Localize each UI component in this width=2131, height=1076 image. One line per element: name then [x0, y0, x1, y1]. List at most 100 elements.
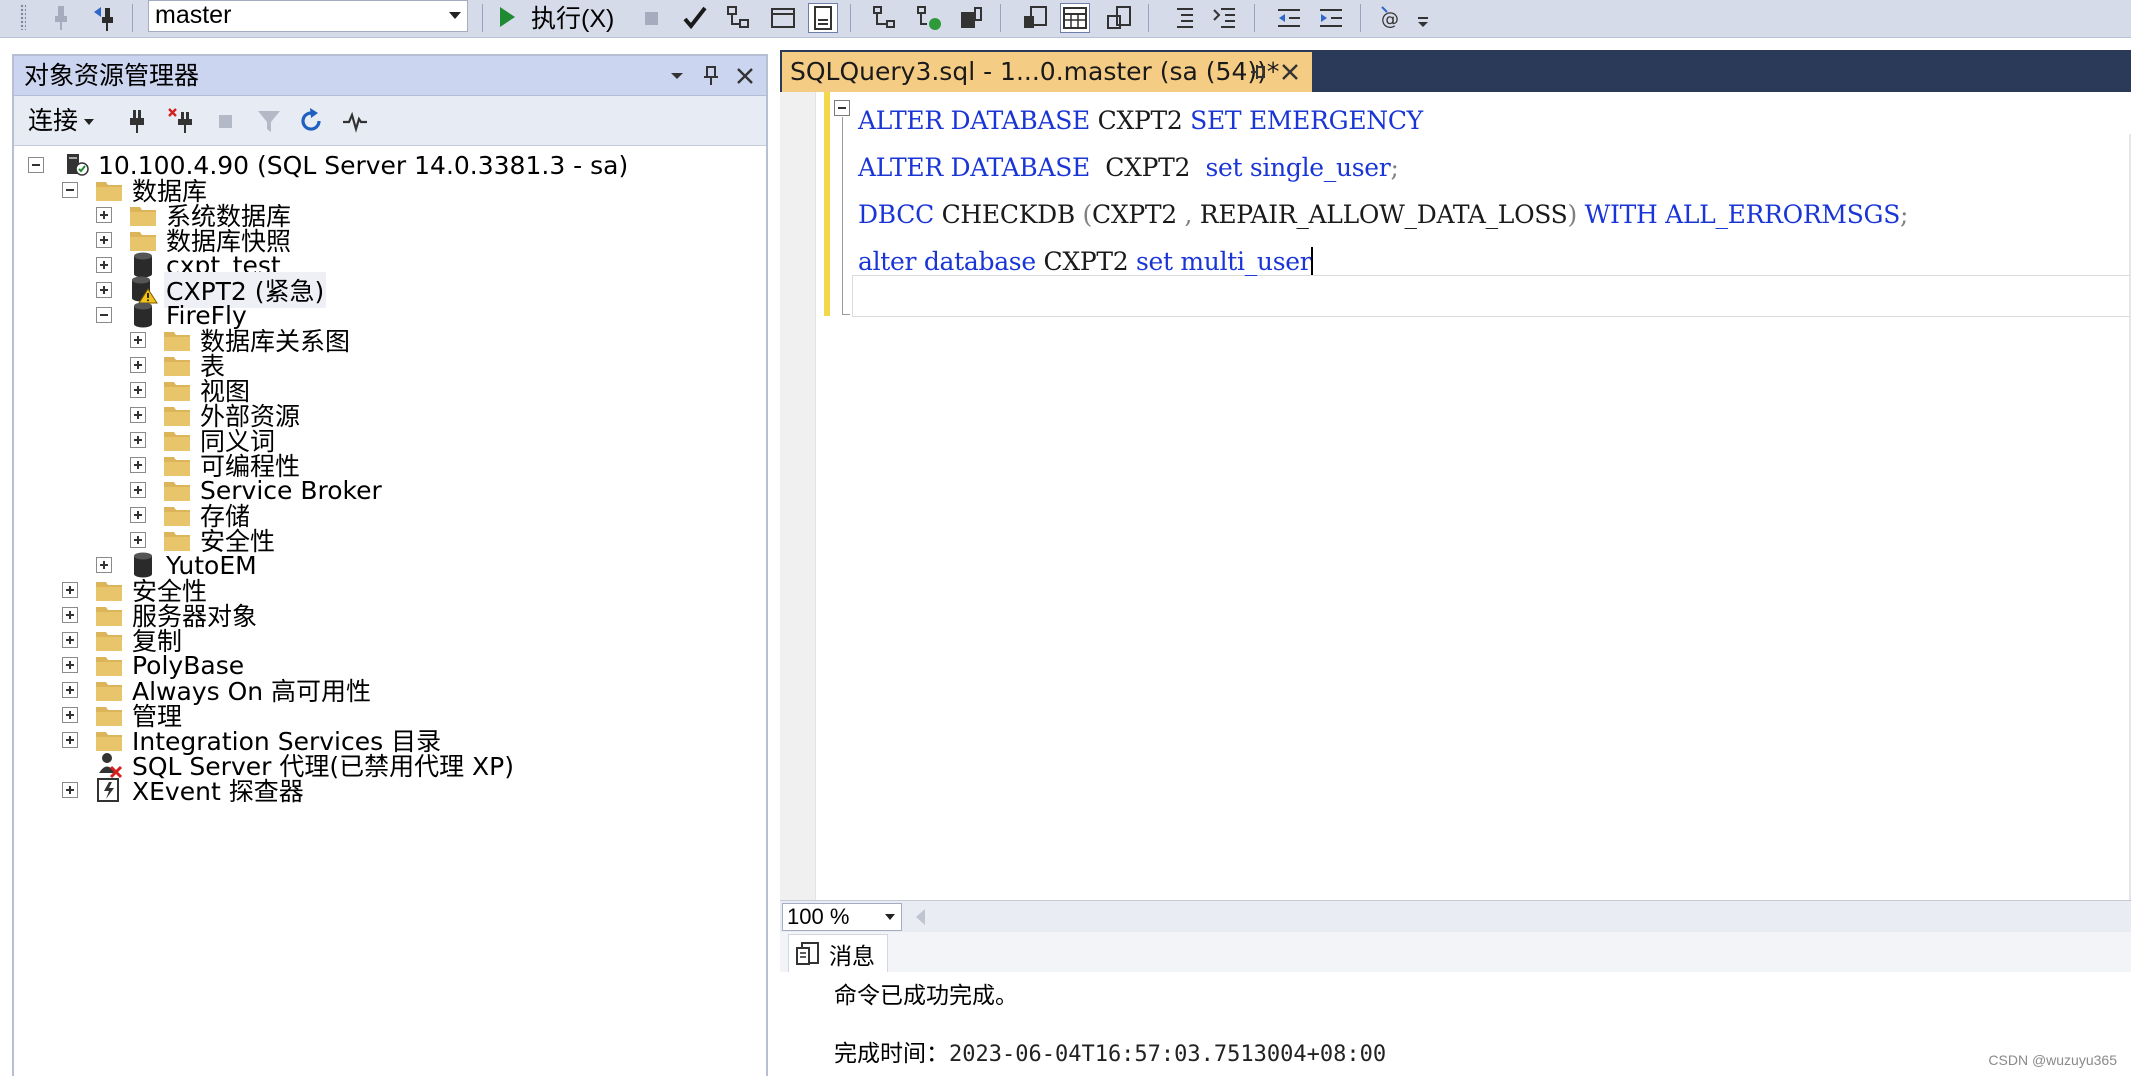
connect-plug-icon[interactable] [90, 3, 120, 33]
expand-icon[interactable] [96, 282, 112, 298]
code-token: ; [1390, 153, 1399, 182]
stop-icon[interactable] [210, 106, 240, 136]
increase-indent-icon[interactable] [1316, 3, 1346, 33]
object-explorer-toolbar: 连接 [14, 96, 766, 146]
tab-messages[interactable]: 消息 [788, 934, 888, 972]
expand-icon[interactable] [130, 357, 146, 373]
expand-icon[interactable] [62, 707, 78, 723]
code-line-3[interactable]: DBCC CHECKDB (CXPT2 , REPAIR_ALLOW_DATA_… [858, 200, 1908, 229]
code-token: CXPT2 [1090, 153, 1206, 182]
document-tab-strip: SQLQuery3.sql - 1...0.master (sa (54))* [780, 50, 2131, 92]
results-to-text-icon[interactable] [1020, 3, 1050, 33]
connect-plug-icon[interactable] [122, 106, 152, 136]
expand-icon[interactable] [130, 382, 146, 398]
database-selector[interactable]: master [148, 0, 468, 32]
code-token: CXPT2 [1090, 106, 1191, 135]
code-token: CXPT2 [1092, 200, 1185, 229]
toolbar-grip[interactable] [20, 4, 26, 30]
expand-icon[interactable] [130, 332, 146, 348]
object-explorer-title-bar: 对象资源管理器 [14, 56, 766, 96]
code-token: , [1184, 200, 1193, 229]
editor-gutter [780, 92, 816, 900]
live-stats-icon[interactable] [914, 3, 944, 33]
include-plan-icon[interactable] [870, 3, 900, 33]
close-icon[interactable] [1276, 52, 1304, 92]
expand-icon[interactable] [62, 607, 78, 623]
messages-pane: 命令已成功完成。 完成时间：2023-06-04T16:57:03.751300… [780, 972, 2131, 1076]
expand-icon[interactable] [130, 482, 146, 498]
collapse-icon[interactable] [62, 182, 78, 198]
expand-icon[interactable] [62, 732, 78, 748]
expand-icon[interactable] [96, 232, 112, 248]
text-caret [1311, 247, 1314, 275]
client-stats-icon[interactable] [956, 3, 986, 33]
results-to-file-icon[interactable] [1104, 3, 1134, 33]
close-icon[interactable] [730, 56, 760, 96]
expand-icon[interactable] [130, 407, 146, 423]
refresh-icon[interactable] [296, 106, 326, 136]
query-options-icon[interactable] [768, 3, 798, 33]
expand-icon[interactable] [130, 457, 146, 473]
parse-checkmark-icon[interactable] [680, 3, 710, 33]
completion-label: 完成时间： [834, 1041, 949, 1067]
results-to-grid-icon[interactable] [1060, 3, 1090, 33]
expand-icon[interactable] [96, 257, 112, 273]
expand-icon[interactable] [62, 632, 78, 648]
expand-icon[interactable] [62, 582, 78, 598]
code-token: ALTER DATABASE [858, 106, 1091, 135]
collapse-icon[interactable] [28, 157, 44, 173]
expand-icon[interactable] [130, 432, 146, 448]
code-token: ( [1082, 200, 1093, 229]
decrease-indent-icon[interactable] [1274, 3, 1304, 33]
expand-icon[interactable] [62, 682, 78, 698]
xevent-icon [94, 776, 124, 804]
chevron-down-icon [449, 12, 461, 19]
expand-icon[interactable] [62, 782, 78, 798]
toolbar-overflow-icon[interactable] [1416, 3, 1430, 33]
main-toolbar: master 执行(X) @ [0, 0, 2131, 38]
tree-node[interactable]: XEvent 探查器 [62, 773, 306, 807]
scroll-left-arrow-icon[interactable] [916, 909, 925, 925]
intellisense-toggle-icon[interactable] [808, 3, 838, 33]
plug-disabled-icon[interactable] [46, 3, 76, 33]
connect-dropdown-button[interactable]: 连接 [28, 96, 95, 146]
code-editor[interactable]: ALTER DATABASE CXPT2 SET EMERGENCY ALTER… [780, 92, 2131, 942]
expand-icon[interactable] [96, 557, 112, 573]
collapse-icon[interactable] [96, 307, 112, 323]
tab-title: SQLQuery3.sql - 1...0.master (sa (54))* [790, 57, 1280, 86]
expand-icon[interactable] [130, 532, 146, 548]
pin-icon[interactable] [1244, 52, 1272, 92]
messages-icon [796, 941, 819, 965]
code-line-4[interactable]: alter database CXPT2 set multi_user [858, 247, 1314, 276]
disconnect-icon[interactable] [166, 106, 196, 136]
code-line-1[interactable]: ALTER DATABASE CXPT2 SET EMERGENCY [858, 106, 1423, 135]
activity-monitor-icon[interactable] [340, 106, 370, 136]
code-token: WITH ALL_ERRORMSGS [1576, 200, 1901, 229]
expand-icon[interactable] [96, 207, 112, 223]
connect-label: 连接 [28, 106, 79, 135]
chevron-down-icon [885, 914, 895, 920]
code-token: DBCC [858, 200, 934, 229]
editor-status-strip: 100 % [780, 900, 2131, 932]
expand-icon[interactable] [62, 657, 78, 673]
code-token: SET EMERGENCY [1190, 106, 1423, 135]
code-token: CHECKDB [933, 200, 1083, 229]
execute-button[interactable]: 执行(X) [500, 0, 614, 34]
expand-icon[interactable] [130, 507, 146, 523]
code-line-2[interactable]: ALTER DATABASE CXPT2 set single_user; [858, 153, 1399, 182]
chevron-down-icon [84, 119, 95, 125]
display-plan-icon[interactable] [724, 3, 754, 33]
stop-icon[interactable] [636, 3, 666, 33]
filter-icon[interactable] [254, 106, 284, 136]
comment-lines-icon[interactable] [1168, 3, 1198, 33]
zoom-selector[interactable]: 100 % [782, 903, 902, 931]
code-token: CXPT2 [1035, 247, 1136, 276]
pin-icon[interactable] [696, 56, 726, 96]
window-position-icon[interactable] [662, 56, 692, 96]
specify-template-values-icon[interactable]: @ [1378, 3, 1408, 33]
results-tab-strip: 消息 [780, 932, 2131, 972]
collapse-region-icon[interactable] [834, 100, 850, 116]
uncomment-lines-icon[interactable] [1210, 3, 1240, 33]
tab-sqlquery3[interactable]: SQLQuery3.sql - 1...0.master (sa (54))* [782, 52, 1312, 92]
completion-time-row: 完成时间：2023-06-04T16:57:03.7513004+08:00 [834, 1034, 1386, 1068]
